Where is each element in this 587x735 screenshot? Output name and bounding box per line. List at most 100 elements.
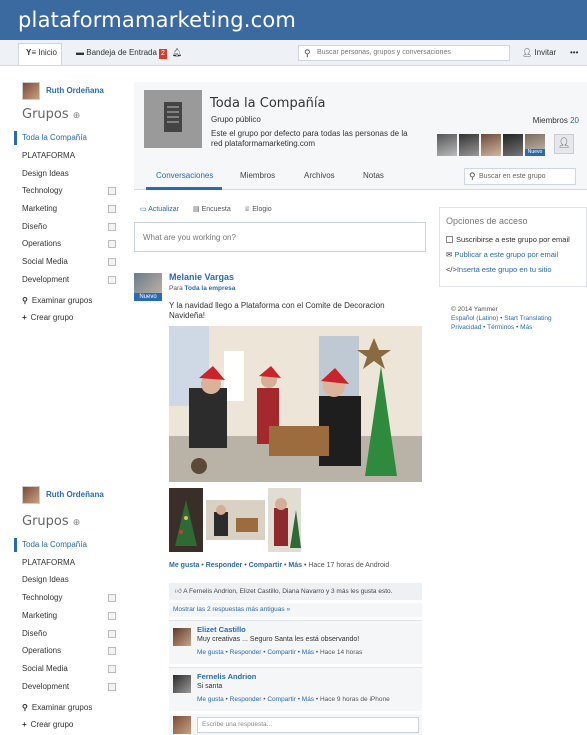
composer-tab-praise[interactable]: ♕ Elogio bbox=[244, 205, 272, 213]
home-icon: Y≡ bbox=[26, 48, 37, 57]
sidebar-group-diseno[interactable]: Diseño bbox=[22, 628, 122, 640]
sidebar-group-toda[interactable]: Toda la Compañía bbox=[22, 132, 122, 144]
sidebar-group-marketing[interactable]: Marketing bbox=[22, 203, 122, 215]
reply-author[interactable]: Elizet Castillo bbox=[197, 625, 246, 634]
sidebar-group-social-media[interactable]: Social Media bbox=[22, 663, 122, 675]
share-button[interactable]: Compartir bbox=[267, 649, 296, 656]
composer-tab-update[interactable]: ▭ Actualizar bbox=[140, 205, 179, 213]
group-unread-icon bbox=[108, 223, 116, 231]
add-group-icon[interactable]: ⊕ bbox=[73, 111, 81, 121]
member-avatar[interactable] bbox=[481, 134, 501, 156]
post-actions: Me gusta • Responder • Compartir • Más •… bbox=[169, 562, 390, 569]
member-avatar[interactable] bbox=[437, 134, 457, 156]
mail-icon: ✉ bbox=[446, 250, 453, 259]
post-email-link[interactable]: ✉ Publicar a este grupo por email bbox=[446, 250, 558, 259]
member-avatar[interactable]: Nuevo bbox=[525, 134, 545, 156]
post-photo[interactable] bbox=[169, 326, 422, 482]
composer-tab-poll[interactable]: ▤ Encuesta bbox=[193, 205, 231, 213]
reply-composer: Escribe una respuesta... bbox=[169, 714, 422, 735]
more-button[interactable]: Más bbox=[302, 649, 314, 656]
global-search-input[interactable]: ⚲ Buscar personas, grupos y conversacion… bbox=[298, 45, 510, 61]
sidebar-group-operations[interactable]: Operations bbox=[22, 645, 122, 657]
share-button[interactable]: Compartir bbox=[267, 696, 296, 703]
sidebar-group-development[interactable]: Development bbox=[22, 681, 122, 693]
footer: © 2014 Yammer Español (Latino) • Start T… bbox=[451, 305, 586, 332]
sidebar-group-development[interactable]: Development bbox=[22, 274, 122, 286]
avatar[interactable] bbox=[173, 675, 191, 693]
group-search-input[interactable]: ⚲ Buscar en este grupo bbox=[464, 168, 576, 185]
sidebar-group-toda[interactable]: Toda la Compañía bbox=[22, 539, 122, 551]
member-avatar[interactable] bbox=[459, 134, 479, 156]
members-count[interactable]: Miembros 20 bbox=[533, 116, 579, 125]
post-to-group[interactable]: Toda la empresa bbox=[185, 285, 236, 292]
post-thumbnail[interactable] bbox=[206, 500, 265, 540]
sidebar-group-design-ideas[interactable]: Design Ideas bbox=[22, 168, 122, 180]
reply-button[interactable]: Responder bbox=[230, 696, 262, 703]
search-icon: ⚲ bbox=[469, 171, 476, 181]
composer-tab-update-label: Actualizar bbox=[148, 206, 179, 213]
sidebar-group-diseno[interactable]: Diseño bbox=[22, 221, 122, 233]
translate-link[interactable]: Start Translating bbox=[504, 315, 551, 322]
more-button[interactable]: Más bbox=[302, 696, 314, 703]
member-avatar[interactable] bbox=[503, 134, 523, 156]
create-group-link[interactable]: + Crear grupo bbox=[22, 313, 73, 322]
browse-groups-link[interactable]: ⚲ Examinar grupos bbox=[22, 296, 92, 305]
post-thumbnail[interactable] bbox=[268, 488, 301, 552]
invite-button[interactable]: 👤︎ Invitar bbox=[522, 45, 556, 61]
sidebar-group-operations[interactable]: Operations bbox=[22, 238, 122, 250]
reply-text: Muy creativas ... Seguro Santa les está … bbox=[197, 636, 360, 643]
footer-lang-row: Español (Latino) • Start Translating bbox=[451, 315, 552, 322]
avatar[interactable] bbox=[173, 628, 191, 646]
groups-heading-label: Grupos bbox=[22, 514, 69, 529]
more-button[interactable]: Más bbox=[288, 562, 302, 569]
tab-archivos[interactable]: Archivos bbox=[304, 171, 335, 180]
post-author-avatar[interactable]: Nuevo bbox=[134, 273, 162, 301]
sidebar-group-plataforma[interactable]: PLATAFORMA bbox=[22, 557, 122, 569]
code-icon: </> bbox=[446, 265, 457, 274]
create-group-link[interactable]: + Crear grupo bbox=[22, 720, 73, 729]
nav-inbox-label: Bandeja de Entrada bbox=[86, 48, 157, 57]
add-member-icon[interactable]: 👤︎ bbox=[554, 134, 574, 154]
tab-miembros[interactable]: Miembros bbox=[240, 171, 275, 180]
like-button[interactable]: Me gusta bbox=[169, 562, 199, 569]
composer-input[interactable]: What are you working on? bbox=[134, 222, 426, 252]
post-thumbnail[interactable] bbox=[169, 488, 203, 552]
sidebar-group-design-ideas[interactable]: Design Ideas bbox=[22, 574, 122, 586]
browse-groups-link[interactable]: ⚲ Examinar grupos bbox=[22, 703, 92, 712]
language-link[interactable]: Español (Latino) bbox=[451, 315, 498, 322]
composer-tab-praise-label: Elogio bbox=[252, 206, 272, 213]
share-button[interactable]: Compartir bbox=[249, 562, 282, 569]
brand-title[interactable]: plataformamarketing.com bbox=[18, 8, 296, 32]
reply-author[interactable]: Fernelis Andrion bbox=[197, 672, 256, 681]
add-group-icon[interactable]: ⊕ bbox=[73, 518, 81, 528]
sidebar-group-plataforma[interactable]: PLATAFORMA bbox=[22, 150, 122, 162]
subscribe-email-checkbox[interactable]: Suscribirse a este grupo por email bbox=[446, 235, 570, 244]
post-author[interactable]: Melanie Vargas bbox=[169, 272, 234, 282]
sidebar-group-technology[interactable]: Technology bbox=[22, 185, 122, 197]
group-unread-icon bbox=[108, 594, 116, 602]
search-icon: ⚲ bbox=[22, 296, 28, 305]
group-unread-icon bbox=[108, 258, 116, 266]
sidebar-group-technology[interactable]: Technology bbox=[22, 592, 122, 604]
likes-summary: 👍︎ A Fernelis Andrion, Elizet Castillo, … bbox=[169, 583, 422, 600]
show-older-replies-link[interactable]: Mostrar las 2 respuestas más antiguas » bbox=[169, 603, 422, 617]
browse-groups-label: Examinar grupos bbox=[31, 703, 93, 712]
embed-group-link[interactable]: </>Inserta este grupo en tu sitio bbox=[446, 265, 551, 274]
nav-inbox[interactable]: ▬ Bandeja de Entrada 2 bbox=[76, 45, 167, 61]
like-button[interactable]: Me gusta bbox=[197, 649, 224, 656]
more-menu-button[interactable]: ••• bbox=[570, 45, 578, 61]
sidebar-group-social-media[interactable]: Social Media bbox=[22, 256, 122, 268]
like-button[interactable]: Me gusta bbox=[197, 696, 224, 703]
tab-conversaciones[interactable]: Conversaciones bbox=[156, 171, 213, 180]
bell-icon[interactable]: 🔔︎ bbox=[172, 45, 182, 61]
reply-text: Si santa bbox=[197, 683, 223, 690]
tab-notas[interactable]: Notas bbox=[363, 171, 384, 180]
reply-button[interactable]: Responder bbox=[206, 562, 243, 569]
sidebar-group-marketing[interactable]: Marketing bbox=[22, 610, 122, 622]
trophy-icon: ♕ bbox=[244, 206, 251, 213]
reply-button[interactable]: Responder bbox=[230, 649, 262, 656]
footer-links[interactable]: Privacidad • Términos • Más bbox=[451, 323, 586, 332]
brand-bar: plataformamarketing.com bbox=[0, 0, 587, 40]
reply-input[interactable]: Escribe una respuesta... bbox=[197, 717, 419, 733]
nav-home[interactable]: Y≡ Inicio bbox=[26, 45, 57, 61]
